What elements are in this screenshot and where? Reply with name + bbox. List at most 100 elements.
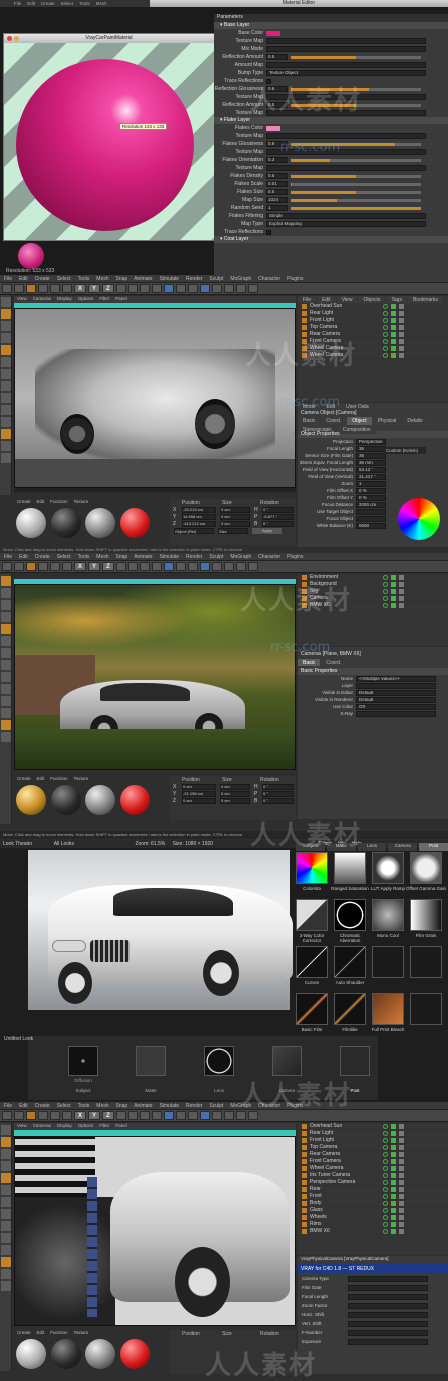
tool-icon[interactable]	[1, 417, 11, 427]
tool-icon[interactable]	[1, 1149, 11, 1159]
tag-icon[interactable]	[391, 1186, 396, 1192]
tag-icon[interactable]	[399, 1186, 404, 1192]
floor-icon[interactable]	[224, 1111, 234, 1120]
tag-icon[interactable]	[391, 1200, 396, 1206]
tool-icon[interactable]	[1, 708, 11, 718]
rotate-icon[interactable]	[62, 284, 72, 293]
menu-item[interactable]: Select	[57, 276, 71, 282]
visibility-toggle-icon[interactable]	[383, 1144, 388, 1150]
attribute-value[interactable]: <<Multiple Values>>	[356, 675, 436, 682]
tool-icon[interactable]	[1, 1257, 11, 1267]
menu-item[interactable]: File	[4, 1103, 12, 1109]
tag-icon[interactable]	[391, 1137, 396, 1143]
color-wheel[interactable]	[398, 498, 440, 540]
render-settings-icon[interactable]	[152, 562, 162, 571]
tool-icon[interactable]	[1, 600, 11, 610]
tool-icon[interactable]	[1, 1245, 11, 1255]
tag-icon[interactable]	[399, 1151, 404, 1157]
tool-icon[interactable]	[1, 393, 11, 403]
tool-icon[interactable]	[1, 429, 11, 439]
fx-tile[interactable]	[334, 852, 366, 884]
camera-icon[interactable]	[236, 284, 246, 293]
z-axis-icon[interactable]: Z	[102, 1111, 114, 1120]
x-axis-icon[interactable]: X	[74, 284, 86, 293]
rotate-icon[interactable]	[62, 562, 72, 571]
tag-icon[interactable]	[399, 310, 404, 316]
select-icon[interactable]	[26, 1111, 36, 1120]
array-icon[interactable]	[200, 284, 210, 293]
light-icon[interactable]	[248, 1111, 258, 1120]
coord-apply-button[interactable]: Apply	[252, 527, 282, 534]
object-row[interactable]: Front Camera	[298, 1158, 448, 1165]
attribute-value[interactable]	[356, 508, 386, 515]
tool-icon[interactable]	[1, 453, 11, 463]
material-swatch-white[interactable]	[16, 508, 46, 538]
coord-icon[interactable]	[116, 284, 126, 293]
menu-item[interactable]: Tools	[79, 1, 90, 6]
base-layer-header[interactable]: ▾ Base Layer	[214, 22, 448, 29]
tag-icon[interactable]	[391, 602, 396, 608]
menu-item[interactable]: Character	[258, 554, 280, 560]
look-node-box[interactable]	[204, 1046, 234, 1076]
attribute-value[interactable]: 6500	[356, 522, 386, 529]
attribute-value[interactable]: Off	[356, 703, 436, 710]
tag-icon[interactable]	[391, 1179, 396, 1185]
tag-icon[interactable]	[399, 1123, 404, 1129]
attribute-value[interactable]: 1	[356, 480, 386, 487]
rotation-field[interactable]: 0 °	[262, 783, 294, 790]
object-row[interactable]: Overhead Sun	[298, 303, 448, 310]
viewport-menu-item[interactable]: Options	[78, 1123, 94, 1130]
visibility-toggle-icon[interactable]	[383, 1221, 388, 1227]
material-swatch-chrome[interactable]	[85, 785, 116, 815]
viewport-menu-item[interactable]: Display	[57, 296, 72, 303]
color-swatch[interactable]	[266, 30, 280, 36]
look-node-label[interactable]: Subject	[58, 1088, 108, 1093]
material-swatch-gold[interactable]	[16, 785, 46, 815]
fx-tile[interactable]	[296, 899, 328, 931]
tool-icon[interactable]	[1, 576, 11, 586]
tag-icon[interactable]	[391, 303, 396, 309]
tag-icon[interactable]	[399, 324, 404, 330]
material-swatch-black[interactable]	[50, 1339, 81, 1369]
attribute-value[interactable]	[348, 1311, 428, 1318]
visibility-toggle-icon[interactable]	[383, 1186, 388, 1192]
coord-icon[interactable]	[116, 1111, 126, 1120]
coord-mode-select[interactable]: Object (Rel)	[174, 527, 214, 534]
viewport-menu-item[interactable]: Options	[78, 296, 94, 303]
menu-item[interactable]: Plugins	[287, 276, 303, 282]
visibility-toggle-icon[interactable]	[383, 338, 388, 344]
material-menu-item[interactable]: Function	[50, 1330, 67, 1337]
objects-tab[interactable]: View	[336, 296, 358, 303]
menu-item[interactable]: Create	[35, 276, 50, 282]
subdivision-icon[interactable]	[188, 1111, 198, 1120]
object-row[interactable]: Front	[298, 1193, 448, 1200]
number-field[interactable]: 0.5	[266, 54, 288, 60]
x-axis-icon[interactable]: X	[74, 1111, 86, 1120]
tool-icon[interactable]	[1, 405, 11, 415]
attribute-value[interactable]: 2000 cm	[356, 501, 386, 508]
viewport-scrollbar[interactable]	[14, 488, 296, 492]
tag-icon[interactable]	[399, 352, 404, 358]
position-field[interactable]: -23.213 cm	[182, 506, 216, 513]
tag-icon[interactable]	[399, 331, 404, 337]
render-view-icon[interactable]	[128, 562, 138, 571]
attr-subtab[interactable]: Composition	[337, 426, 376, 434]
attribute-value[interactable]: Perspective	[356, 438, 386, 445]
undo-icon[interactable]	[2, 1111, 12, 1120]
number-field[interactable]: 0.5	[266, 173, 288, 179]
menu-item[interactable]: Mesh	[96, 276, 108, 282]
visibility-toggle-icon[interactable]	[383, 1158, 388, 1164]
rotation-field[interactable]: 0 °	[262, 506, 294, 513]
attribute-value[interactable]	[356, 710, 436, 717]
attribute-value[interactable]: 36	[356, 452, 386, 459]
objects-tab[interactable]: Objects	[358, 296, 386, 303]
attr-subtab[interactable]: Coord.	[321, 417, 347, 425]
material-menu-item[interactable]: Edit	[37, 776, 45, 783]
tool-icon[interactable]	[1, 720, 11, 730]
looks-presets[interactable]: All Looks	[54, 841, 74, 847]
menu-item[interactable]: Simulate	[160, 276, 179, 282]
position-field[interactable]: -413.212 cm	[182, 520, 216, 527]
menu-item[interactable]: Edit	[19, 276, 28, 282]
tag-icon[interactable]	[391, 317, 396, 323]
visibility-toggle-icon[interactable]	[383, 588, 388, 594]
